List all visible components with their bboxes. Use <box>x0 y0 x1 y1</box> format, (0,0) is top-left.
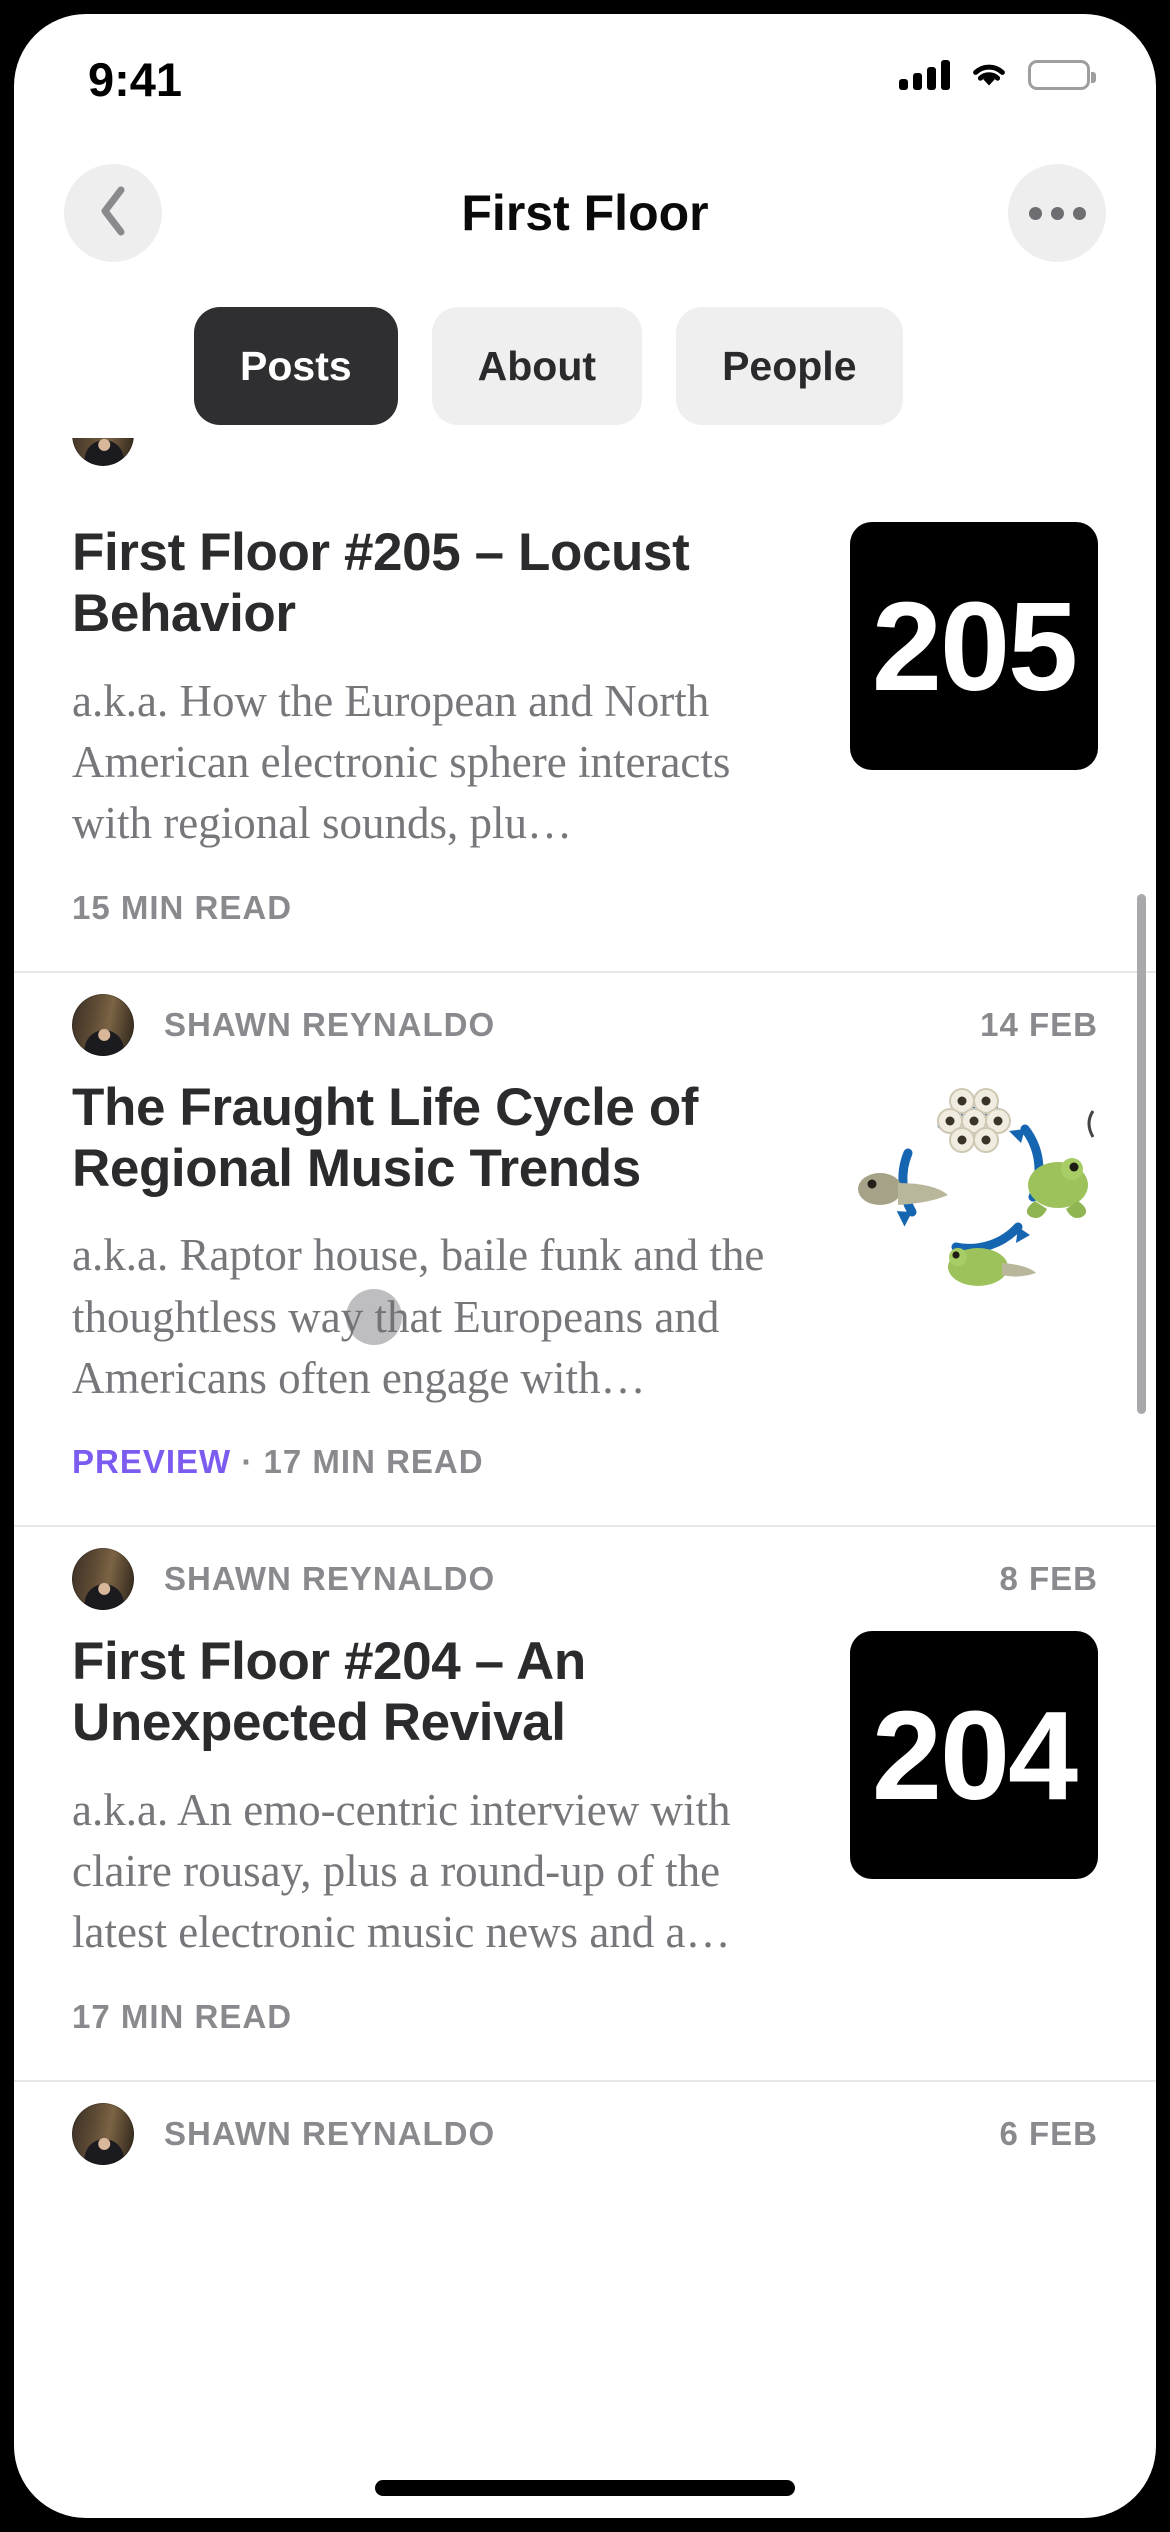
back-button[interactable] <box>64 164 162 262</box>
post-thumbnail <box>850 1077 1098 1526</box>
post-title: First Floor #205 – Locust Behavior <box>72 523 690 644</box>
post-meta: 15 MIN READ <box>72 889 810 971</box>
avatar <box>72 993 134 1056</box>
post-date: 6 Feb <box>999 2114 1098 2152</box>
more-options-button[interactable] <box>1008 164 1106 262</box>
post-card[interactable]: Shawn Reynaldo 14 Feb The Fraught Life C… <box>14 970 1156 1526</box>
post-author: Shawn Reynaldo <box>164 1560 496 1597</box>
post-card[interactable]: Shawn Reynaldo 8 Feb First Floor #204 – … <box>14 1525 1156 2080</box>
post-date: 14 Feb <box>980 1005 1098 1043</box>
post-subtitle: a.k.a. How the European and North Americ… <box>72 675 731 849</box>
avatar <box>72 438 134 466</box>
navigation-bar: First Floor <box>14 154 1156 274</box>
post-header: Shawn Reynaldo 14 Feb <box>72 973 1098 1077</box>
post-author: Shawn Reynaldo <box>164 1005 496 1043</box>
frog-life-cycle-diagram <box>850 1077 1098 1287</box>
post-header: Shawn Reynaldo 6 Feb <box>72 2082 1098 2186</box>
read-time: 15 MIN READ <box>72 888 293 926</box>
avatar <box>72 1548 134 1610</box>
home-indicator[interactable] <box>375 2480 795 2496</box>
tab-about[interactable]: About <box>431 307 643 425</box>
chevron-left-icon <box>97 185 129 242</box>
post-date: 8 Feb <box>999 1560 1098 1597</box>
status-bar-time: 9:41 <box>88 53 183 106</box>
post-title: First Floor #204 – An Unexpected Revival <box>72 1632 586 1753</box>
avatar <box>72 2102 134 2165</box>
post-card[interactable]: First Floor #205 – Locust Behavior a.k.a… <box>14 438 1156 971</box>
post-card[interactable]: Shawn Reynaldo 6 Feb <box>14 2079 1156 2186</box>
tab-posts[interactable]: Posts <box>194 307 398 425</box>
preview-badge: PREVIEW <box>72 1443 232 1480</box>
status-bar-icons <box>899 60 1096 90</box>
meta-separator: · <box>241 1443 254 1480</box>
post-thumbnail: 204 <box>850 1631 1098 2080</box>
issue-number-thumbnail: 205 <box>850 522 1098 770</box>
post-subtitle: a.k.a. Raptor house, baile funk and the … <box>72 1230 765 1403</box>
phone-frame: 9:41 First Floor Posts About People Firs… <box>0 0 1170 2532</box>
post-meta: PREVIEW · 17 MIN READ <box>72 1443 810 1525</box>
post-author: Shawn Reynaldo <box>164 2114 496 2152</box>
phone-screen: 9:41 First Floor Posts About People Firs… <box>14 14 1156 2518</box>
read-time: 17 MIN READ <box>263 1443 484 1480</box>
post-meta: 17 MIN READ <box>72 1998 810 2080</box>
vertical-scrollbar[interactable] <box>1137 894 1146 1414</box>
battery-icon <box>1028 60 1096 90</box>
page-title: First Floor <box>461 185 709 241</box>
tab-people[interactable]: People <box>676 307 903 425</box>
read-time: 17 MIN READ <box>72 1997 293 2035</box>
issue-number-thumbnail: 204 <box>850 1631 1098 1879</box>
post-title: The Fraught Life Cycle of Regional Music… <box>72 1077 699 1198</box>
post-feed[interactable]: First Floor #205 – Locust Behavior a.k.a… <box>14 438 1156 2518</box>
post-thumbnail: 205 <box>850 522 1098 971</box>
tab-bar: Posts About People <box>14 296 1156 436</box>
cellular-signal-icon <box>899 60 950 90</box>
status-bar: 9:41 <box>14 14 1156 132</box>
wifi-icon <box>970 61 1008 89</box>
post-header: Shawn Reynaldo 8 Feb <box>72 1527 1098 1631</box>
ellipsis-icon <box>1028 206 1086 220</box>
post-subtitle: a.k.a. An emo-centric interview with cla… <box>72 1784 731 1958</box>
